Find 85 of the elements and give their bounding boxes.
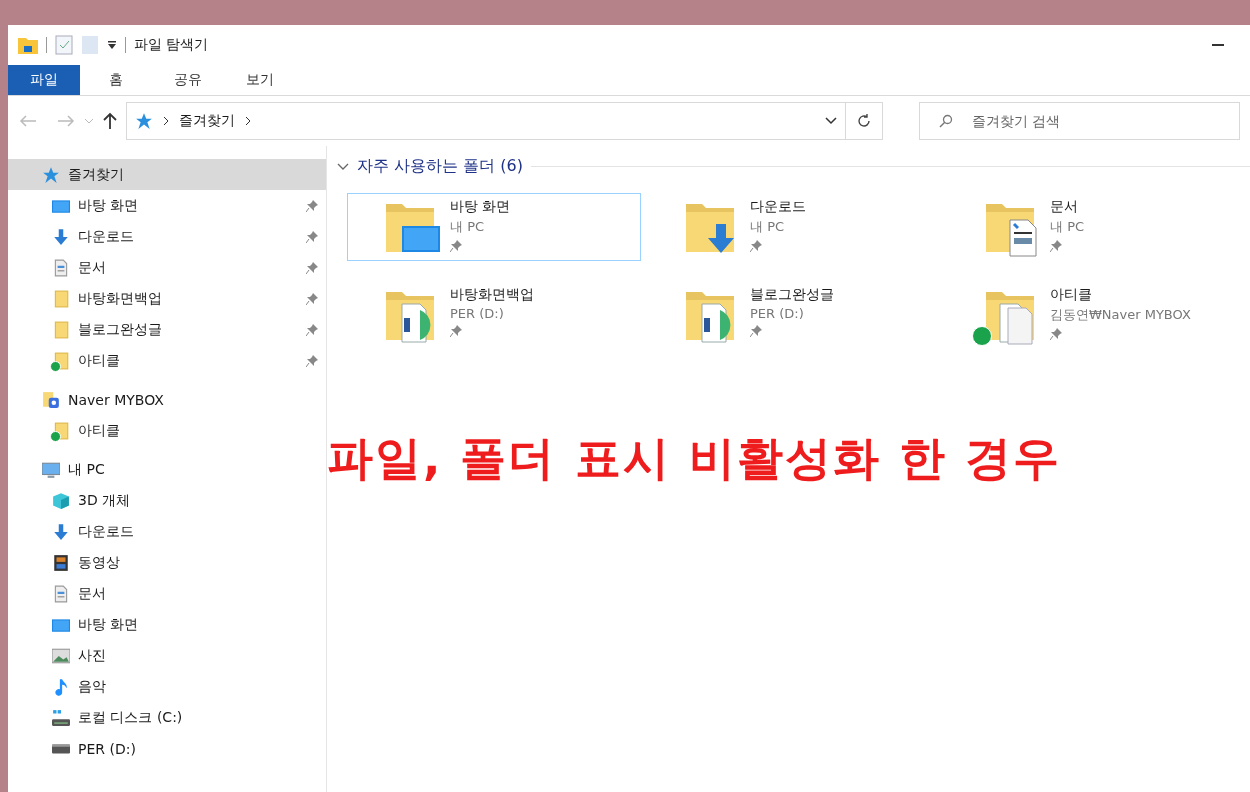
folder-name: 블로그완성글	[750, 286, 834, 304]
nav-item[interactable]: 바탕화면백업	[8, 283, 326, 314]
folder-location: 내 PC	[750, 218, 786, 236]
chevron-right-icon	[163, 116, 169, 126]
document-icon	[52, 258, 70, 277]
document-icon	[52, 584, 70, 603]
pin-icon[interactable]	[750, 325, 762, 337]
group-header[interactable]: 자주 사용하는 폴더 (6)	[357, 156, 523, 177]
pin-icon[interactable]	[750, 240, 762, 252]
nav-item[interactable]: 즐겨찾기	[8, 159, 326, 190]
pin-icon[interactable]	[450, 325, 462, 337]
nav-item[interactable]: PER (D:)	[8, 733, 326, 764]
refresh-icon	[857, 114, 871, 128]
nav-item[interactable]: 사진	[8, 640, 326, 671]
search-icon	[939, 114, 953, 128]
dropdown-icon[interactable]	[107, 40, 117, 50]
folder-tile[interactable]: 블로그완성글 PER (D:)	[647, 281, 941, 349]
pictures-icon	[52, 646, 70, 665]
ribbon-tab[interactable]: 홈	[80, 65, 152, 95]
folder-name: 바탕 화면	[450, 198, 511, 216]
ribbon-tab[interactable]: 보기	[224, 65, 296, 95]
folder-tile[interactable]: 다운로드 내 PC	[647, 193, 941, 261]
window-title: 파일 탐색기	[134, 36, 210, 54]
annotation-text: 파일, 폴더 표시 비활성화 한 경우	[327, 430, 1061, 487]
pin-icon[interactable]	[306, 354, 318, 367]
folder-name: 문서	[1050, 198, 1079, 216]
folder-name: 바탕화면백업	[450, 286, 534, 304]
nav-item[interactable]: 아티클	[8, 415, 326, 446]
download-icon	[52, 522, 70, 541]
nav-item[interactable]: 바탕 화면	[8, 609, 326, 640]
forward-arrow-icon[interactable]	[56, 113, 76, 129]
nav-item[interactable]: 동영상	[8, 547, 326, 578]
folder-name: 다운로드	[750, 198, 806, 216]
pin-icon[interactable]	[306, 230, 318, 243]
ribbon-tab[interactable]: 파일	[8, 65, 80, 95]
chevron-down-icon[interactable]	[825, 117, 837, 125]
folder-location: PER (D:)	[450, 306, 505, 321]
pin-icon[interactable]	[306, 292, 318, 305]
nav-item[interactable]: 내 PC	[8, 454, 326, 485]
nav-item[interactable]: 블로그완성글	[8, 314, 326, 345]
folder-location: 김동연₩Naver MYBOX	[1050, 306, 1191, 324]
cube-icon	[52, 491, 70, 510]
pin-icon[interactable]	[1050, 328, 1062, 340]
folder-tile[interactable]: 바탕화면백업 PER (D:)	[347, 281, 641, 349]
nav-item[interactable]: 바탕 화면	[8, 190, 326, 221]
drive-c-icon	[52, 708, 70, 727]
pin-icon[interactable]	[450, 240, 462, 252]
folder-location: 내 PC	[1050, 218, 1085, 236]
nav-item[interactable]: 문서	[8, 252, 326, 283]
ribbon-tab[interactable]: 공유	[152, 65, 224, 95]
star-icon	[42, 165, 60, 184]
pin-icon[interactable]	[306, 323, 318, 336]
search-field[interactable]: 즐겨찾기 검색	[919, 102, 1240, 140]
address-bar[interactable]: 즐겨찾기	[126, 102, 846, 140]
pin-icon[interactable]	[306, 199, 318, 212]
pin-icon[interactable]	[306, 261, 318, 274]
nav-item[interactable]: 로컬 디스크 (C:)	[8, 702, 326, 733]
nav-item[interactable]: 다운로드	[8, 221, 326, 252]
nav-item[interactable]: Naver MYBOX	[8, 384, 326, 415]
pc-icon	[42, 460, 60, 479]
back-arrow-icon[interactable]	[18, 113, 38, 129]
folder-icon	[52, 289, 70, 308]
nav-item[interactable]: 음악	[8, 671, 326, 702]
properties-icon[interactable]	[55, 35, 73, 55]
refresh-button[interactable]	[845, 102, 883, 140]
folder-location: PER (D:)	[750, 306, 805, 321]
nav-item[interactable]: 다운로드	[8, 516, 326, 547]
download-icon	[52, 227, 70, 246]
music-icon	[52, 677, 70, 696]
folder-name: 아티클	[1050, 286, 1093, 304]
folder-tile[interactable]: 문서 내 PC	[947, 193, 1241, 261]
nav-item[interactable]: 문서	[8, 578, 326, 609]
chevron-right-icon[interactable]	[245, 116, 251, 126]
address-path[interactable]: 즐겨찾기	[179, 112, 235, 130]
up-arrow-icon[interactable]	[102, 112, 118, 130]
folder-tile[interactable]: 바탕 화면 내 PC	[347, 193, 641, 261]
star-icon	[135, 112, 153, 130]
nav-item[interactable]: 아티클	[8, 345, 326, 376]
folder-location: 내 PC	[450, 218, 486, 236]
nav-item[interactable]: 3D 개체	[8, 485, 326, 516]
pin-icon[interactable]	[1050, 240, 1062, 252]
folder-tile[interactable]: 아티클 김동연₩Naver MYBOX	[947, 281, 1241, 349]
video-icon	[52, 553, 70, 572]
folder-icon	[52, 320, 70, 339]
folder-icon	[18, 36, 38, 54]
